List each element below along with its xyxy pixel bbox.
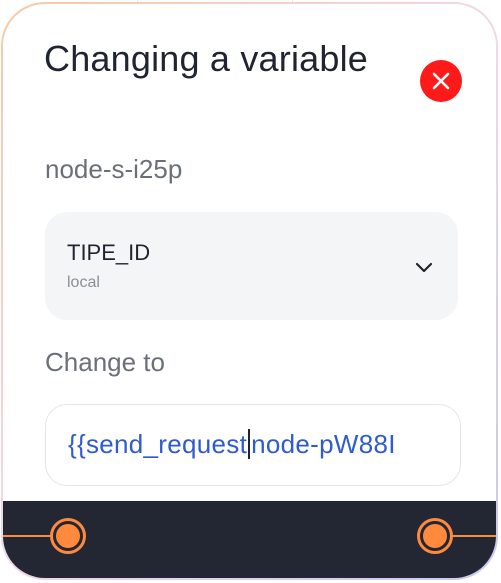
value-after-cursor: node-pW88I xyxy=(251,429,396,459)
variable-name: TIPE_ID xyxy=(67,240,151,265)
output-connector-line xyxy=(452,535,496,537)
close-icon xyxy=(432,72,450,90)
change-to-label: Change to xyxy=(45,347,165,377)
output-port-icon[interactable] xyxy=(417,518,453,554)
modal-title: Changing a variable xyxy=(44,38,369,79)
output-port-dot xyxy=(423,524,447,548)
canvas: Changing a variable node-s-i25p TIPE_ID … xyxy=(0,0,501,583)
chevron-down-icon[interactable] xyxy=(413,256,435,278)
input-connector-line xyxy=(3,535,51,537)
variable-select[interactable]: TIPE_ID local xyxy=(45,212,458,320)
text-cursor xyxy=(248,429,251,459)
variable-scope: local xyxy=(67,274,100,291)
change-to-value: {{send_request node-pW88I xyxy=(68,428,396,460)
change-to-input[interactable]: {{send_request node-pW88I xyxy=(45,404,461,486)
input-port-dot xyxy=(56,524,80,548)
node-id: node-s-i25p xyxy=(45,154,183,184)
value-before-cursor: {{send_request xyxy=(68,429,248,459)
node-footer xyxy=(3,501,496,578)
change-variable-node-card[interactable]: Changing a variable node-s-i25p TIPE_ID … xyxy=(1,2,498,580)
input-port-icon[interactable] xyxy=(50,518,86,554)
close-button[interactable] xyxy=(420,60,462,102)
